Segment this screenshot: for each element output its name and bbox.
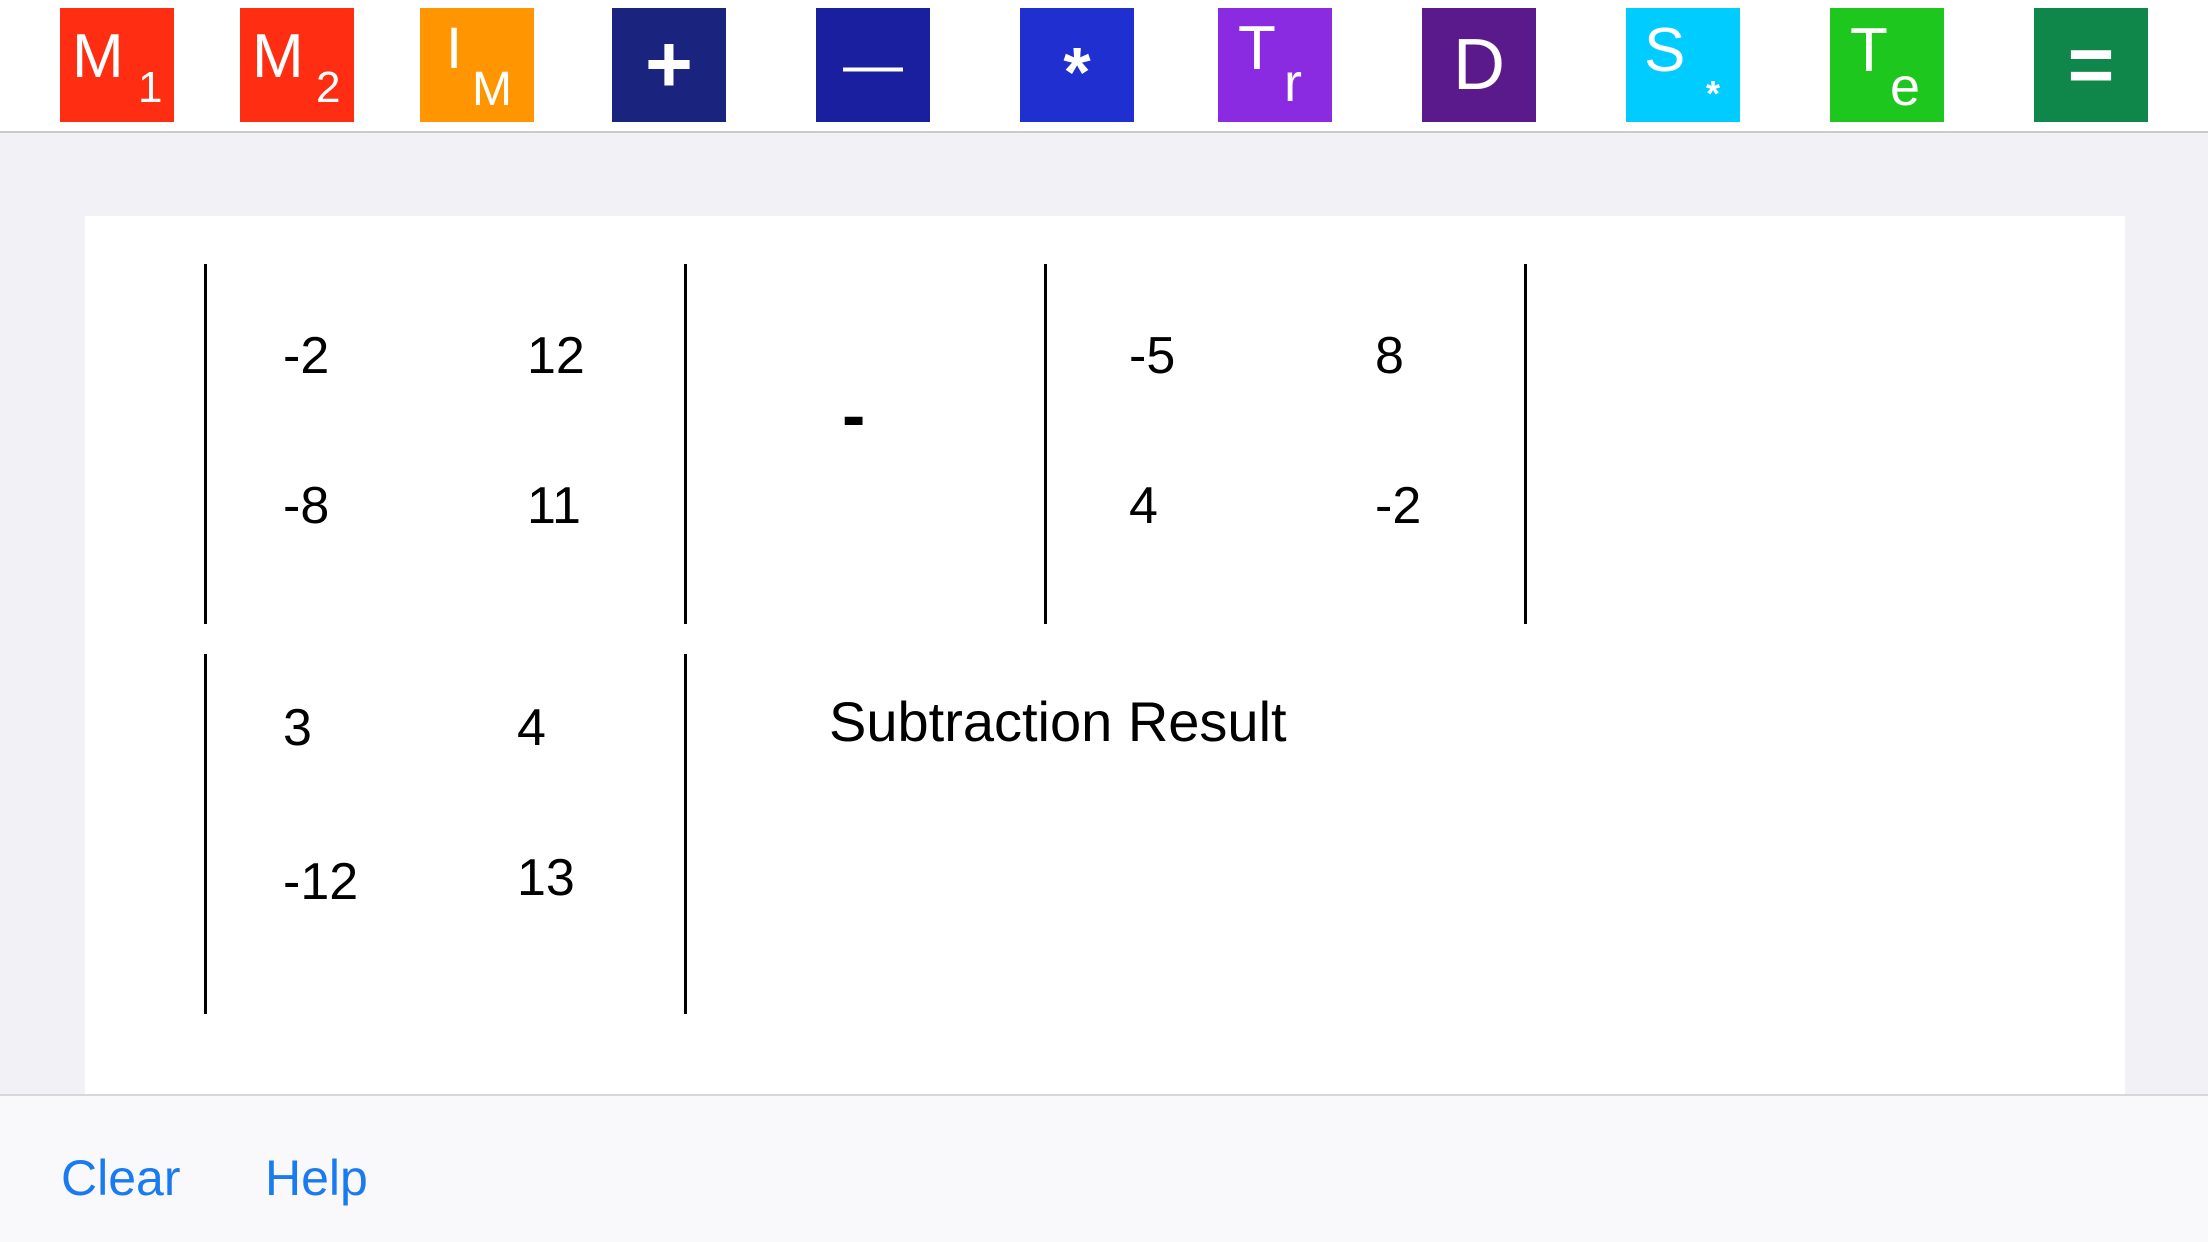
test-button[interactable]: T e xyxy=(1830,8,1944,122)
result-cell: 13 xyxy=(517,849,575,907)
multiply-button[interactable]: * xyxy=(1020,8,1134,122)
matrix-2-cell[interactable]: 4 xyxy=(1129,480,1158,532)
transpose-button-subscript: r xyxy=(1284,53,1302,113)
result-right-bar xyxy=(684,654,687,1014)
operator-symbol: - xyxy=(842,376,866,454)
matrix-2-left-bar xyxy=(1044,264,1047,624)
test-button-subscript: e xyxy=(1890,57,1921,117)
result-cell: 4 xyxy=(517,699,546,757)
matrix-1-button-subscript: 1 xyxy=(138,63,163,112)
toolbar: M 1 M 2 I M + — * T r D S * T e = xyxy=(0,0,2208,133)
help-button[interactable]: Help xyxy=(265,1153,368,1203)
matrix-1-button-label: M xyxy=(72,22,124,91)
result-left-bar xyxy=(204,654,207,1014)
add-button[interactable]: + xyxy=(612,8,726,122)
equals-icon: = xyxy=(2067,20,2115,109)
determinant-button[interactable]: D xyxy=(1422,8,1536,122)
scalar-button-label: S xyxy=(1644,16,1686,85)
scalar-multiply-button[interactable]: S * xyxy=(1626,8,1740,122)
asterisk-icon: * xyxy=(1063,33,1091,111)
minus-icon: — xyxy=(843,31,903,98)
matrix-1-right-bar xyxy=(684,264,687,624)
workspace-panel: -2 12 -8 11 - -5 8 4 -2 3 4 -12 13 Subtr… xyxy=(85,216,2125,1094)
scalar-button-subscript: * xyxy=(1706,73,1721,114)
equals-button[interactable]: = xyxy=(2034,8,2148,122)
matrix-1-left-bar xyxy=(204,264,207,624)
identity-matrix-button[interactable]: I M xyxy=(420,8,534,122)
subtract-button[interactable]: — xyxy=(816,8,930,122)
matrix-2-button[interactable]: M 2 xyxy=(240,8,354,122)
result-label: Subtraction Result xyxy=(829,690,1287,753)
determinant-icon: D xyxy=(1453,25,1505,105)
matrix-1-cell[interactable]: 12 xyxy=(527,330,585,382)
result-cell: 3 xyxy=(283,699,312,757)
matrix-2-button-label: M xyxy=(252,22,304,91)
matrix-1-cell[interactable]: 11 xyxy=(527,480,581,532)
matrix-1-button[interactable]: M 1 xyxy=(60,8,174,122)
clear-button[interactable]: Clear xyxy=(61,1153,180,1203)
matrix-2-cell[interactable]: -5 xyxy=(1129,330,1175,382)
transpose-button[interactable]: T r xyxy=(1218,8,1332,122)
result-cell: -12 xyxy=(283,853,359,911)
identity-button-subscript: M xyxy=(472,63,512,116)
matrix-1-cell[interactable]: -8 xyxy=(283,480,329,532)
matrix-2-right-bar xyxy=(1524,264,1527,624)
identity-button-label: I xyxy=(446,16,463,81)
test-button-label: T xyxy=(1850,16,1888,85)
matrix-1-cell[interactable]: -2 xyxy=(283,330,329,382)
matrix-2-button-subscript: 2 xyxy=(316,63,341,112)
plus-icon: + xyxy=(645,19,693,110)
transpose-button-label: T xyxy=(1238,14,1276,83)
matrix-2-cell[interactable]: 8 xyxy=(1375,330,1404,382)
matrix-2-cell[interactable]: -2 xyxy=(1375,480,1421,532)
